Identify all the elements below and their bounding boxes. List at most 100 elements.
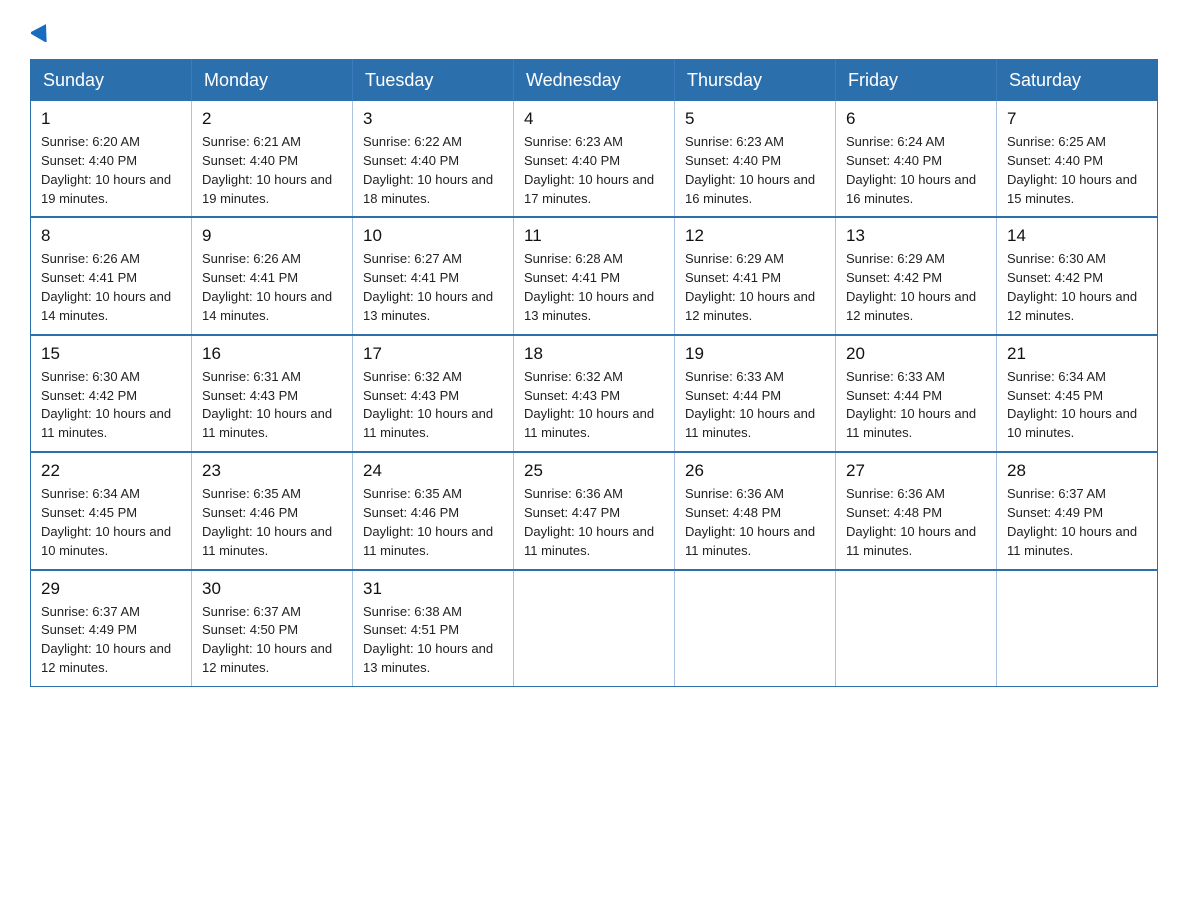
header-thursday: Thursday [675,60,836,102]
page-header [30,20,1158,43]
day-cell [836,570,997,687]
day-info: Sunrise: 6:33 AMSunset: 4:44 PMDaylight:… [846,368,986,443]
day-cell: 26 Sunrise: 6:36 AMSunset: 4:48 PMDaylig… [675,452,836,569]
day-cell: 1 Sunrise: 6:20 AMSunset: 4:40 PMDayligh… [31,101,192,217]
day-info: Sunrise: 6:25 AMSunset: 4:40 PMDaylight:… [1007,133,1147,208]
day-info: Sunrise: 6:32 AMSunset: 4:43 PMDaylight:… [524,368,664,443]
day-cell: 4 Sunrise: 6:23 AMSunset: 4:40 PMDayligh… [514,101,675,217]
day-info: Sunrise: 6:31 AMSunset: 4:43 PMDaylight:… [202,368,342,443]
day-number: 27 [846,461,986,481]
day-info: Sunrise: 6:29 AMSunset: 4:42 PMDaylight:… [846,250,986,325]
day-cell: 21 Sunrise: 6:34 AMSunset: 4:45 PMDaylig… [997,335,1158,452]
day-info: Sunrise: 6:33 AMSunset: 4:44 PMDaylight:… [685,368,825,443]
day-info: Sunrise: 6:26 AMSunset: 4:41 PMDaylight:… [202,250,342,325]
day-cell: 29 Sunrise: 6:37 AMSunset: 4:49 PMDaylig… [31,570,192,687]
day-info: Sunrise: 6:23 AMSunset: 4:40 PMDaylight:… [524,133,664,208]
day-number: 30 [202,579,342,599]
day-number: 7 [1007,109,1147,129]
day-number: 3 [363,109,503,129]
day-cell: 27 Sunrise: 6:36 AMSunset: 4:48 PMDaylig… [836,452,997,569]
day-info: Sunrise: 6:35 AMSunset: 4:46 PMDaylight:… [202,485,342,560]
day-number: 11 [524,226,664,246]
logo [30,20,53,42]
day-info: Sunrise: 6:23 AMSunset: 4:40 PMDaylight:… [685,133,825,208]
day-cell: 20 Sunrise: 6:33 AMSunset: 4:44 PMDaylig… [836,335,997,452]
day-cell: 11 Sunrise: 6:28 AMSunset: 4:41 PMDaylig… [514,217,675,334]
day-number: 18 [524,344,664,364]
header-friday: Friday [836,60,997,102]
day-number: 10 [363,226,503,246]
day-cell: 23 Sunrise: 6:35 AMSunset: 4:46 PMDaylig… [192,452,353,569]
day-info: Sunrise: 6:20 AMSunset: 4:40 PMDaylight:… [41,133,181,208]
calendar-header-row: SundayMondayTuesdayWednesdayThursdayFrid… [31,60,1158,102]
day-number: 21 [1007,344,1147,364]
day-cell: 9 Sunrise: 6:26 AMSunset: 4:41 PMDayligh… [192,217,353,334]
day-cell: 16 Sunrise: 6:31 AMSunset: 4:43 PMDaylig… [192,335,353,452]
logo-area [30,20,53,43]
day-info: Sunrise: 6:30 AMSunset: 4:42 PMDaylight:… [1007,250,1147,325]
day-cell: 8 Sunrise: 6:26 AMSunset: 4:41 PMDayligh… [31,217,192,334]
day-number: 19 [685,344,825,364]
day-info: Sunrise: 6:36 AMSunset: 4:48 PMDaylight:… [685,485,825,560]
calendar-table: SundayMondayTuesdayWednesdayThursdayFrid… [30,59,1158,687]
day-cell: 7 Sunrise: 6:25 AMSunset: 4:40 PMDayligh… [997,101,1158,217]
day-number: 1 [41,109,181,129]
day-info: Sunrise: 6:30 AMSunset: 4:42 PMDaylight:… [41,368,181,443]
header-sunday: Sunday [31,60,192,102]
day-info: Sunrise: 6:22 AMSunset: 4:40 PMDaylight:… [363,133,503,208]
day-info: Sunrise: 6:36 AMSunset: 4:47 PMDaylight:… [524,485,664,560]
day-cell: 15 Sunrise: 6:30 AMSunset: 4:42 PMDaylig… [31,335,192,452]
day-number: 29 [41,579,181,599]
day-cell: 31 Sunrise: 6:38 AMSunset: 4:51 PMDaylig… [353,570,514,687]
header-saturday: Saturday [997,60,1158,102]
week-row-4: 22 Sunrise: 6:34 AMSunset: 4:45 PMDaylig… [31,452,1158,569]
day-number: 26 [685,461,825,481]
week-row-3: 15 Sunrise: 6:30 AMSunset: 4:42 PMDaylig… [31,335,1158,452]
day-number: 15 [41,344,181,364]
week-row-2: 8 Sunrise: 6:26 AMSunset: 4:41 PMDayligh… [31,217,1158,334]
day-cell: 25 Sunrise: 6:36 AMSunset: 4:47 PMDaylig… [514,452,675,569]
day-number: 12 [685,226,825,246]
day-info: Sunrise: 6:28 AMSunset: 4:41 PMDaylight:… [524,250,664,325]
day-number: 13 [846,226,986,246]
week-row-1: 1 Sunrise: 6:20 AMSunset: 4:40 PMDayligh… [31,101,1158,217]
day-info: Sunrise: 6:29 AMSunset: 4:41 PMDaylight:… [685,250,825,325]
day-info: Sunrise: 6:35 AMSunset: 4:46 PMDaylight:… [363,485,503,560]
day-cell [675,570,836,687]
day-number: 9 [202,226,342,246]
day-number: 14 [1007,226,1147,246]
day-info: Sunrise: 6:36 AMSunset: 4:48 PMDaylight:… [846,485,986,560]
day-number: 31 [363,579,503,599]
day-info: Sunrise: 6:37 AMSunset: 4:50 PMDaylight:… [202,603,342,678]
day-info: Sunrise: 6:38 AMSunset: 4:51 PMDaylight:… [363,603,503,678]
header-tuesday: Tuesday [353,60,514,102]
day-cell: 6 Sunrise: 6:24 AMSunset: 4:40 PMDayligh… [836,101,997,217]
day-number: 4 [524,109,664,129]
day-cell: 22 Sunrise: 6:34 AMSunset: 4:45 PMDaylig… [31,452,192,569]
header-monday: Monday [192,60,353,102]
day-cell: 12 Sunrise: 6:29 AMSunset: 4:41 PMDaylig… [675,217,836,334]
day-cell [997,570,1158,687]
day-info: Sunrise: 6:34 AMSunset: 4:45 PMDaylight:… [41,485,181,560]
day-cell: 5 Sunrise: 6:23 AMSunset: 4:40 PMDayligh… [675,101,836,217]
day-number: 22 [41,461,181,481]
day-info: Sunrise: 6:21 AMSunset: 4:40 PMDaylight:… [202,133,342,208]
day-number: 17 [363,344,503,364]
day-number: 16 [202,344,342,364]
day-number: 2 [202,109,342,129]
day-cell: 24 Sunrise: 6:35 AMSunset: 4:46 PMDaylig… [353,452,514,569]
logo-arrow-icon [31,20,53,42]
day-info: Sunrise: 6:37 AMSunset: 4:49 PMDaylight:… [1007,485,1147,560]
day-cell: 2 Sunrise: 6:21 AMSunset: 4:40 PMDayligh… [192,101,353,217]
day-cell: 30 Sunrise: 6:37 AMSunset: 4:50 PMDaylig… [192,570,353,687]
day-number: 28 [1007,461,1147,481]
day-cell: 19 Sunrise: 6:33 AMSunset: 4:44 PMDaylig… [675,335,836,452]
day-number: 23 [202,461,342,481]
day-number: 25 [524,461,664,481]
day-number: 5 [685,109,825,129]
day-info: Sunrise: 6:26 AMSunset: 4:41 PMDaylight:… [41,250,181,325]
day-cell: 10 Sunrise: 6:27 AMSunset: 4:41 PMDaylig… [353,217,514,334]
day-cell: 18 Sunrise: 6:32 AMSunset: 4:43 PMDaylig… [514,335,675,452]
day-info: Sunrise: 6:27 AMSunset: 4:41 PMDaylight:… [363,250,503,325]
day-info: Sunrise: 6:24 AMSunset: 4:40 PMDaylight:… [846,133,986,208]
